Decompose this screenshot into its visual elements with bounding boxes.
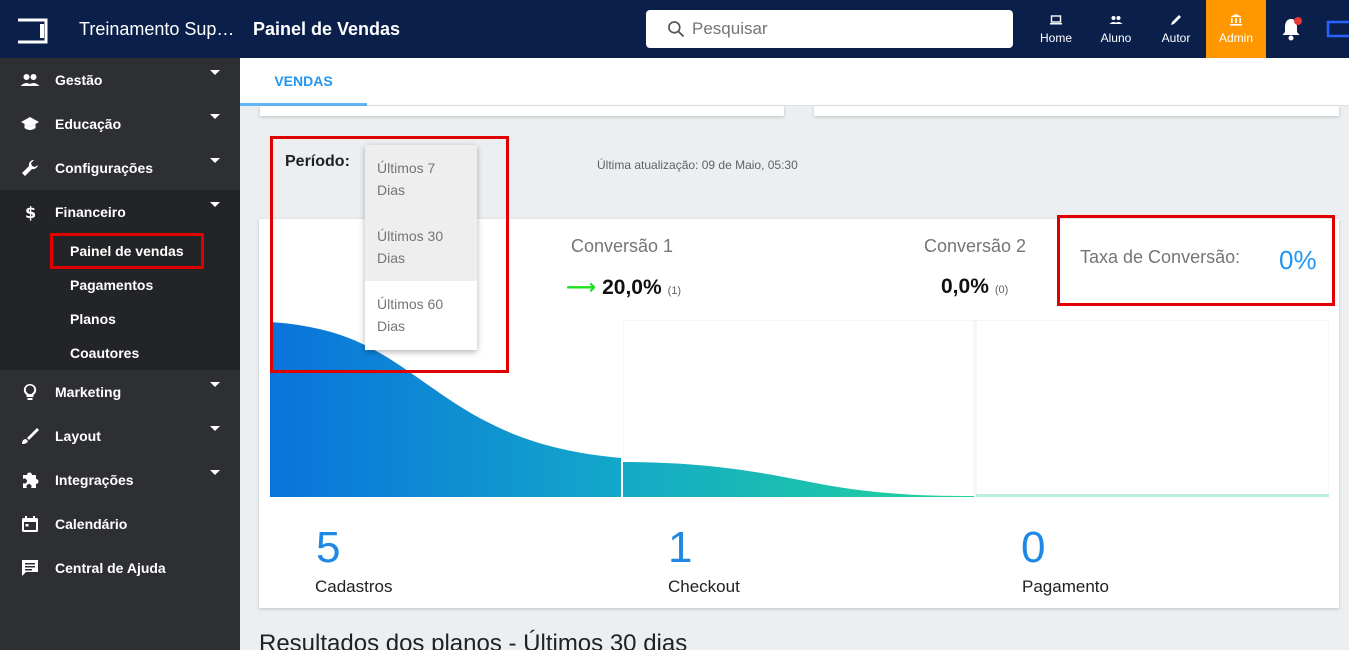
sidebar-subitem-label: Painel de vendas xyxy=(50,233,204,269)
nav-autor-button[interactable]: Autor xyxy=(1146,0,1206,58)
sidebar-item-gestao[interactable]: Gestão xyxy=(0,58,240,102)
sidebar-item-calendario[interactable]: Calendário xyxy=(0,502,240,546)
chevron-down-icon xyxy=(210,158,220,163)
puzzle-icon xyxy=(23,472,39,488)
sidebar-item-marketing[interactable]: Marketing xyxy=(0,370,240,414)
stat-pagamento-label: Pagamento xyxy=(1022,577,1109,596)
last-update-text: Última atualização: 09 de Maio, 05:30 xyxy=(597,158,798,172)
people-icon xyxy=(1109,16,1123,24)
conversao-2-value: 0,0% (0) xyxy=(941,275,1008,299)
chevron-down-icon xyxy=(210,70,220,75)
summary-card-right xyxy=(814,106,1339,116)
tab-vendas[interactable]: VENDAS xyxy=(240,58,367,106)
chevron-down-icon xyxy=(210,382,220,387)
sidebar-subitem-planos[interactable]: Planos xyxy=(0,302,240,336)
brush-icon xyxy=(22,428,39,444)
brand-name[interactable]: Treinamento Suporte xyxy=(79,19,244,40)
stat-cadastros-label: Cadastros xyxy=(315,577,393,596)
tabs-bar: VENDAS xyxy=(240,58,1349,106)
page-title: Painel de Vendas xyxy=(253,19,401,39)
sidebar-item-configuracoes[interactable]: Configurações xyxy=(0,146,240,190)
sidebar-item-label: Educação xyxy=(55,116,122,132)
sidebar-subitem-coautores[interactable]: Coautores xyxy=(0,336,240,370)
sidebar-item-label: Central de Ajuda xyxy=(55,560,166,576)
conversao-2-label: Conversão 2 xyxy=(924,236,1027,256)
lightbulb-icon xyxy=(23,383,37,400)
periodo-option-60-dias[interactable]: Últimos 60 Dias xyxy=(365,281,477,349)
chevron-down-icon xyxy=(210,114,220,119)
sidebar-subitem-label: Planos xyxy=(70,311,116,327)
sidebar-item-label: Financeiro xyxy=(55,204,126,220)
financeiro-submenu: Painel de vendas Pagamentos Planos Coaut… xyxy=(0,233,240,370)
sidebar-item-label: Layout xyxy=(55,428,101,444)
funnel-divider xyxy=(621,320,623,497)
secondary-logo-icon[interactable] xyxy=(1326,20,1349,38)
wrench-icon xyxy=(22,160,38,176)
sidebar-subitem-label: Pagamentos xyxy=(70,277,154,293)
taxa-conversao-box: Taxa de Conversão: 0% xyxy=(1057,215,1335,306)
nav-aluno-label: Aluno xyxy=(1100,31,1132,45)
nav-autor-label: Autor xyxy=(1161,31,1191,45)
sidebar-item-label: Marketing xyxy=(55,384,122,400)
dollar-icon: $ xyxy=(25,203,36,222)
sidebar-subitem-pagamentos[interactable]: Pagamentos xyxy=(0,268,240,302)
conversao-1-count: (1) xyxy=(667,285,682,297)
laptop-icon xyxy=(1050,15,1062,25)
calendar-icon xyxy=(22,516,38,532)
sidebar-item-educacao[interactable]: Educação xyxy=(0,102,240,146)
sidebar-item-financeiro[interactable]: $ Financeiro xyxy=(0,190,240,234)
nav-admin-button[interactable]: Admin xyxy=(1206,0,1266,58)
funnel-area-pagamento xyxy=(976,494,1329,497)
search-input[interactable] xyxy=(692,19,992,39)
search-box[interactable] xyxy=(646,10,1013,48)
nav-home-button[interactable]: Home xyxy=(1026,0,1086,58)
notification-dot xyxy=(1294,17,1302,25)
app-logo-icon[interactable] xyxy=(16,18,50,44)
sidebar-item-layout[interactable]: Layout xyxy=(0,414,240,458)
sidebar-subitem-painel-de-vendas[interactable]: Painel de vendas xyxy=(0,233,240,269)
sidebar-item-central-de-ajuda[interactable]: Central de Ajuda xyxy=(0,546,240,590)
search-icon xyxy=(668,21,685,38)
periodo-option-30-dias[interactable]: Últimos 30 Dias xyxy=(365,213,477,281)
sidebar-subitem-label: Coautores xyxy=(70,345,140,361)
chat-icon xyxy=(22,560,38,576)
sidebar-item-label: Configurações xyxy=(55,160,154,176)
bank-icon xyxy=(1230,14,1242,26)
summary-card-left xyxy=(260,106,784,116)
periodo-option-7-dias[interactable]: Últimos 7 Dias xyxy=(365,145,477,213)
arrow-right-icon: ⟶ xyxy=(566,276,597,299)
sidebar-item-integracoes[interactable]: Integrações xyxy=(0,458,240,502)
stat-cadastros-value: 5 xyxy=(316,523,341,572)
nav-aluno-button[interactable]: Aluno xyxy=(1086,0,1146,58)
stat-checkout-label: Checkout xyxy=(668,577,740,596)
results-section-title: Resultados dos planos - Últimos 30 dias xyxy=(259,630,688,650)
conversao-2-percent: 0,0% xyxy=(941,275,989,298)
stat-checkout-value: 1 xyxy=(668,523,693,572)
conversao-1-value: ⟶ 20,0% (1) xyxy=(566,275,681,300)
chevron-down-icon xyxy=(210,426,220,431)
notifications-button[interactable] xyxy=(1279,16,1303,42)
periodo-dropdown-menu[interactable]: Últimos 7 Dias Últimos 30 Dias Últimos 6… xyxy=(365,145,477,350)
chevron-down-icon xyxy=(210,202,220,207)
stat-pagamento-value: 0 xyxy=(1021,523,1046,572)
taxa-conversao-value: 0% xyxy=(1279,245,1317,275)
conversao-2-count: (0) xyxy=(994,284,1009,296)
pencil-icon xyxy=(1171,15,1181,25)
sidebar-item-label: Calendário xyxy=(55,516,128,532)
chevron-down-icon xyxy=(210,470,220,475)
funnel-panel-pagamento xyxy=(975,320,1329,497)
sidebar: Gestão Educação Configurações $ Financei… xyxy=(0,58,240,650)
conversao-1-label: Conversão 1 xyxy=(571,236,674,256)
sidebar-item-label: Integrações xyxy=(55,472,134,488)
svg-text:$: $ xyxy=(25,203,36,222)
taxa-conversao-label: Taxa de Conversão: xyxy=(1080,247,1241,267)
conversao-1-percent: 20,0% xyxy=(602,276,662,299)
top-bar: Treinamento Suporte Painel de Vendas Hom… xyxy=(0,0,1349,58)
graduation-cap-icon xyxy=(21,117,39,130)
people-icon xyxy=(20,74,40,86)
nav-home-label: Home xyxy=(1039,31,1072,45)
sidebar-item-label: Gestão xyxy=(55,72,103,88)
nav-admin-label: Admin xyxy=(1218,31,1253,45)
